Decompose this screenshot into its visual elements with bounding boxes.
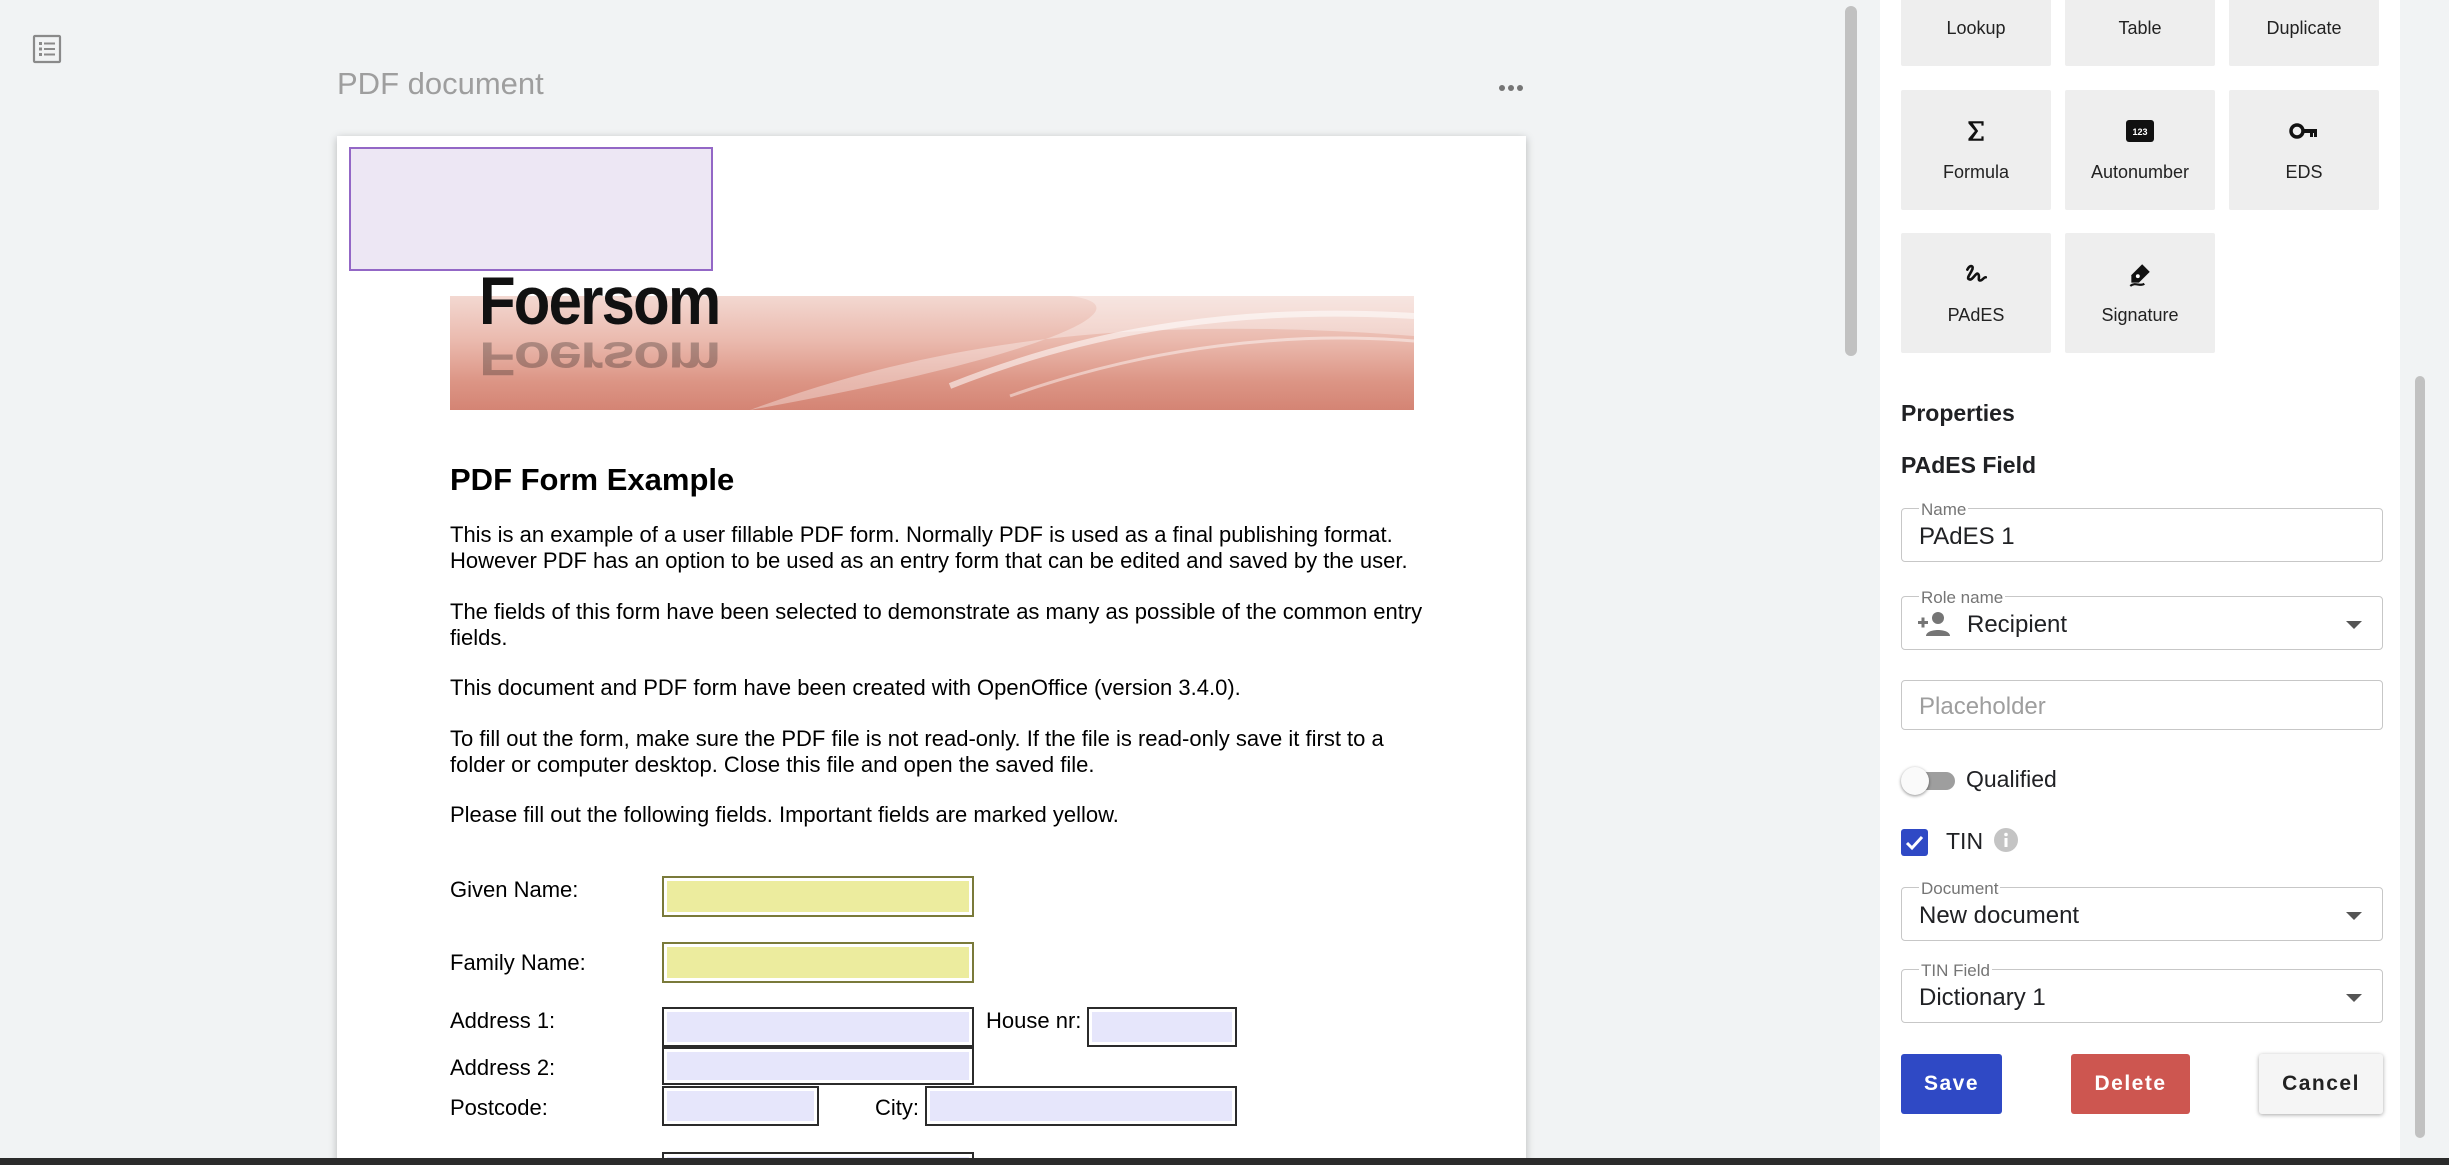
family-name-field[interactable]: [662, 942, 974, 983]
logo-reflection: Foersom: [479, 332, 720, 386]
key-icon: [2289, 123, 2317, 139]
pades-tile[interactable]: PAdES: [1901, 233, 2051, 353]
check-icon: [1905, 835, 1924, 851]
name-field-label: Name: [1919, 500, 1969, 520]
paragraph: The fields of this form have been select…: [450, 599, 1423, 650]
pdf-page: Foersom Foersom PDF Form Example This is…: [337, 136, 1526, 1165]
role-name-label: Role name: [1919, 588, 2006, 608]
tin-checkbox[interactable]: [1901, 829, 1928, 856]
duplicate-tile[interactable]: Duplicate: [2229, 0, 2379, 66]
document-select[interactable]: Document New document: [1901, 879, 2383, 941]
chevron-down-icon: [2346, 621, 2362, 629]
document-label: Document: [1919, 879, 2001, 899]
qualified-toggle[interactable]: [1901, 765, 1955, 795]
formula-tile[interactable]: Formula: [1901, 90, 2051, 210]
address2-field[interactable]: [662, 1047, 974, 1085]
given-name-label: Given Name:: [450, 877, 579, 902]
paragraph: This document and PDF form have been cre…: [450, 675, 1241, 700]
sigma-icon: [1968, 121, 1984, 141]
tin-label: TIN: [1946, 828, 1984, 854]
svg-text:123: 123: [2132, 127, 2147, 137]
info-icon[interactable]: [1993, 827, 2019, 853]
role-name-select[interactable]: Role name Recipient: [1901, 588, 2383, 650]
signature-tile[interactable]: Signature: [2065, 233, 2215, 353]
placeholder-input[interactable]: Placeholder: [1901, 680, 2383, 730]
paragraph: Please fill out the following fields. Im…: [450, 802, 1119, 827]
house-nr-label: House nr:: [986, 1008, 1082, 1033]
document-scrollbar[interactable]: [1845, 6, 1857, 356]
role-name-value: Recipient: [1967, 611, 2068, 638]
save-button[interactable]: Save: [1901, 1054, 2002, 1114]
paragraph: This is an example of a user fillable PD…: [450, 522, 1408, 573]
family-name-label: Family Name:: [450, 950, 586, 975]
cancel-button[interactable]: Cancel: [2259, 1054, 2383, 1114]
company-logo: Foersom: [479, 263, 721, 339]
tin-field-label: TIN Field: [1919, 961, 1992, 981]
paragraph: To fill out the form, make sure the PDF …: [450, 726, 1384, 777]
tin-field-value: Dictionary 1: [1919, 984, 2046, 1011]
name-field-value: PAdES 1: [1919, 523, 2015, 550]
document-title: PDF document: [337, 66, 544, 101]
pen-sign-icon: [2129, 264, 2150, 287]
person-add-icon: [1918, 612, 1950, 636]
eds-tile[interactable]: EDS: [2229, 90, 2379, 210]
postcode-label: Postcode:: [450, 1095, 548, 1120]
qualified-label: Qualified: [1966, 766, 2057, 792]
delete-button[interactable]: Delete: [2071, 1054, 2190, 1114]
signature-scribble-icon: [1966, 264, 1988, 282]
given-name-field[interactable]: [662, 876, 974, 917]
number-123-icon: 123: [2126, 120, 2154, 142]
bottom-edge: [0, 1158, 2449, 1165]
table-tile[interactable]: Table: [2065, 0, 2215, 66]
properties-scrollbar[interactable]: [2415, 376, 2425, 1138]
placeholder-text: Placeholder: [1919, 693, 2046, 720]
house-nr-field[interactable]: [1087, 1007, 1237, 1047]
lookup-tile[interactable]: Lookup: [1901, 0, 2051, 66]
form-title: PDF Form Example: [450, 462, 735, 497]
city-field[interactable]: [925, 1086, 1237, 1126]
tin-field-select[interactable]: TIN Field Dictionary 1: [1901, 961, 2383, 1023]
document-value: New document: [1919, 902, 2080, 929]
list-icon[interactable]: [31, 33, 63, 65]
field-type-title: PAdES Field: [1901, 452, 2037, 478]
chevron-down-icon: [2346, 994, 2362, 1002]
more-horizontal-icon[interactable]: [1495, 72, 1527, 104]
postcode-field[interactable]: [662, 1086, 819, 1126]
autonumber-tile[interactable]: 123 Autonumber: [2065, 90, 2215, 210]
address1-label: Address 1:: [450, 1008, 556, 1033]
address2-label: Address 2:: [450, 1055, 556, 1080]
chevron-down-icon: [2346, 912, 2362, 920]
properties-heading: Properties: [1901, 400, 2015, 426]
city-label: City:: [875, 1095, 919, 1120]
placed-pades-field[interactable]: [349, 147, 713, 271]
name-field[interactable]: Name PAdES 1: [1901, 500, 2383, 562]
address1-field[interactable]: [662, 1007, 974, 1047]
